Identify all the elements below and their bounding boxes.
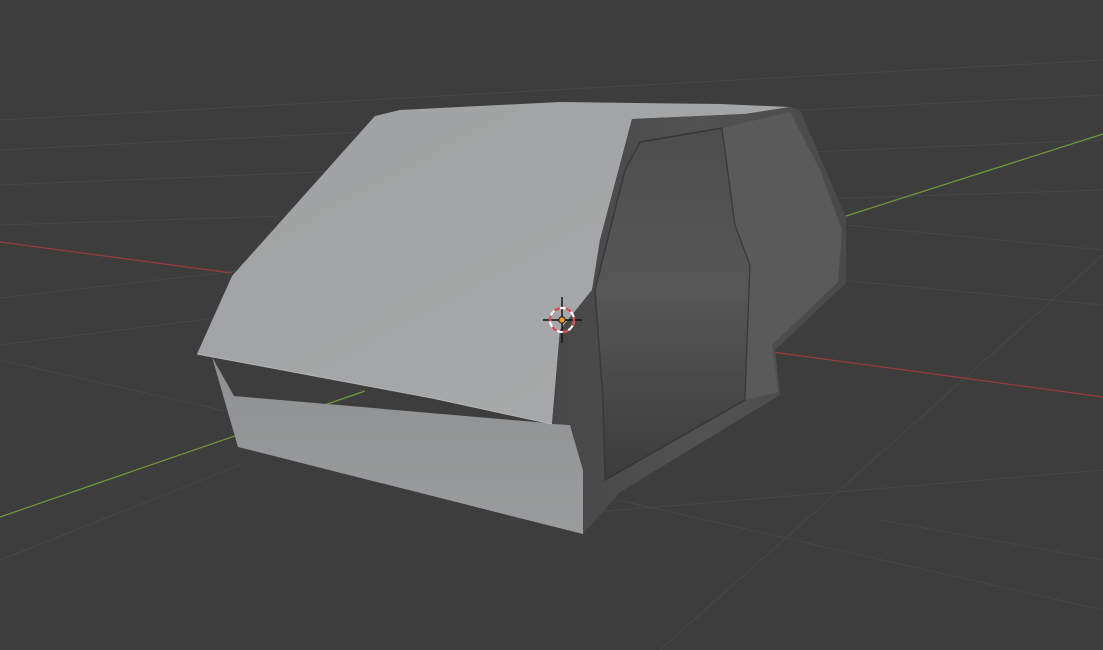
x-axis-line bbox=[0, 241, 233, 274]
car-body-mesh[interactable] bbox=[196, 102, 846, 534]
grid-line bbox=[879, 519, 1103, 561]
grid-line bbox=[839, 279, 1103, 306]
y-axis-line bbox=[845, 133, 1103, 217]
viewport-canvas[interactable] bbox=[0, 0, 1103, 650]
cursor-origin bbox=[558, 316, 566, 324]
grid-line bbox=[0, 464, 241, 561]
grid-line bbox=[844, 224, 1103, 251]
x-axis-line bbox=[727, 345, 1103, 398]
3d-viewport[interactable] bbox=[0, 0, 1103, 650]
